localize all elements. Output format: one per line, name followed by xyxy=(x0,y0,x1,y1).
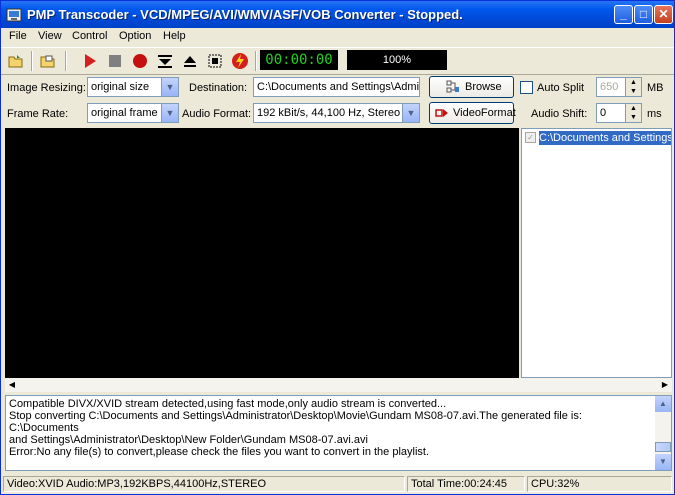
open-folder-icon[interactable] xyxy=(7,52,25,70)
frame-rate-value: original frame ra xyxy=(91,107,171,119)
playlist-item-label: C:\Documents and Settings xyxy=(539,131,671,145)
settings-icon[interactable] xyxy=(206,52,224,70)
log-line: Compatible DIVX/XVID stream detected,usi… xyxy=(9,398,447,410)
menu-bar: File View Control Option Help xyxy=(1,28,674,46)
video-format-icon xyxy=(435,109,448,117)
menu-view[interactable]: View xyxy=(38,30,62,42)
log-line: Error:No any file(s) to convert,please c… xyxy=(9,446,430,458)
scroll-left-icon[interactable]: ◀ xyxy=(5,378,19,392)
horizontal-scrollbar[interactable]: ◀ ▶ xyxy=(5,378,672,392)
destination-input[interactable]: C:\Documents and Settings\Admir xyxy=(253,77,420,97)
log-panel[interactable]: Compatible DIVX/XVID stream detected,usi… xyxy=(5,395,672,471)
video-format-label: VideoFormat xyxy=(453,107,516,119)
cpu-usage: CPU:32% xyxy=(527,476,672,492)
window-title: PMP Transcoder - VCD/MPEG/AVI/WMV/ASF/VO… xyxy=(27,7,463,22)
play-icon[interactable] xyxy=(81,52,99,70)
vertical-scrollbar[interactable]: ▲ ▼ xyxy=(655,396,671,470)
scroll-right-icon[interactable]: ▶ xyxy=(658,378,672,392)
log-line: Stop converting C:\Documents and Setting… xyxy=(9,410,582,434)
frame-rate-label: Frame Rate: xyxy=(7,108,69,120)
status-bar: Video:XVID Audio:MP3,192KBPS,44100Hz,STE… xyxy=(1,474,674,494)
toolbar-separator xyxy=(255,51,257,71)
menu-help[interactable]: Help xyxy=(163,30,186,42)
scroll-thumb[interactable] xyxy=(655,442,671,452)
audio-shift-unit-label: ms xyxy=(647,108,662,120)
playlist-item-checkbox[interactable]: ✓ xyxy=(525,132,536,143)
log-line: and Settings\Administrator\Desktop\New F… xyxy=(9,434,368,446)
split-unit-label: MB xyxy=(647,82,664,94)
audio-shift-label: Audio Shift: xyxy=(531,108,588,120)
video-preview xyxy=(5,128,519,378)
auto-split-checkbox[interactable] xyxy=(520,81,533,94)
spin-arrows-icon[interactable]: ▲ ▼ xyxy=(625,78,641,96)
image-resizing-value: original size xyxy=(91,81,150,93)
title-bar[interactable]: PMP Transcoder - VCD/MPEG/AVI/WMV/ASF/VO… xyxy=(1,1,674,28)
playlist-item[interactable]: ✓ C:\Documents and Settings xyxy=(525,131,671,145)
toolbar: 00:00:00 100% xyxy=(1,47,674,75)
browse-label: Browse xyxy=(465,81,502,93)
menu-option[interactable]: Option xyxy=(119,30,151,42)
menu-control[interactable]: Control xyxy=(72,30,107,42)
toolbar-separator xyxy=(31,51,33,71)
record-icon[interactable] xyxy=(131,52,149,70)
maximize-button[interactable]: □ xyxy=(634,5,653,24)
chevron-down-icon[interactable]: ▼ xyxy=(161,78,178,96)
progress-display: 100% xyxy=(347,50,447,70)
total-time: Total Time:00:24:45 xyxy=(407,476,525,492)
audio-format-label: Audio Format: xyxy=(182,108,252,120)
spin-arrows-icon[interactable]: ▲ ▼ xyxy=(625,104,641,122)
auto-split-label: Auto Split xyxy=(537,82,585,94)
destination-label: Destination: xyxy=(189,82,248,94)
audio-format-value: 192 kBit/s, 44,100 Hz, Stereo xyxy=(257,107,401,119)
minimize-button[interactable]: _ xyxy=(614,5,633,24)
audio-shift-value: 0 xyxy=(600,107,607,119)
video-format-button[interactable]: VideoFormat xyxy=(429,102,516,124)
log-text: Compatible DIVX/XVID stream detected,usi… xyxy=(9,398,653,458)
menu-file[interactable]: File xyxy=(9,30,27,42)
toolbar-separator xyxy=(65,51,67,71)
image-resizing-label: Image Resizing: xyxy=(7,82,86,94)
split-size-value: 650 xyxy=(600,81,619,93)
close-button[interactable]: ✕ xyxy=(654,5,673,24)
image-resizing-select[interactable]: original size ▼ xyxy=(87,77,179,97)
split-size-stepper[interactable]: 650 ▲ ▼ xyxy=(596,77,642,97)
flash-icon[interactable] xyxy=(231,52,249,70)
resize-destination-row: Image Resizing: original size ▼ Destinat… xyxy=(1,75,674,101)
app-window: PMP Transcoder - VCD/MPEG/AVI/WMV/ASF/VO… xyxy=(0,0,675,495)
browse-button[interactable]: Browse xyxy=(429,76,514,98)
browse-icon xyxy=(446,80,459,93)
eject-down-icon[interactable] xyxy=(156,52,174,70)
chevron-down-icon[interactable]: ▼ xyxy=(402,104,419,122)
chevron-down-icon[interactable]: ▼ xyxy=(161,104,178,122)
scroll-up-icon[interactable]: ▲ xyxy=(655,396,671,412)
scroll-down-icon[interactable]: ▼ xyxy=(655,454,671,470)
open-file-icon[interactable] xyxy=(39,52,57,70)
frame-audio-row: Frame Rate: original frame ra ▼ Audio Fo… xyxy=(1,101,674,127)
eject-up-icon[interactable] xyxy=(181,52,199,70)
time-display: 00:00:00 xyxy=(260,50,338,70)
playlist[interactable]: ✓ C:\Documents and Settings xyxy=(521,128,672,378)
app-icon xyxy=(6,8,22,22)
audio-format-select[interactable]: 192 kBit/s, 44,100 Hz, Stereo ▼ xyxy=(253,103,420,123)
frame-rate-select[interactable]: original frame ra ▼ xyxy=(87,103,179,123)
stop-icon[interactable] xyxy=(106,52,124,70)
stream-info: Video:XVID Audio:MP3,192KBPS,44100Hz,STE… xyxy=(3,476,405,492)
audio-shift-stepper[interactable]: 0 ▲ ▼ xyxy=(596,103,642,123)
